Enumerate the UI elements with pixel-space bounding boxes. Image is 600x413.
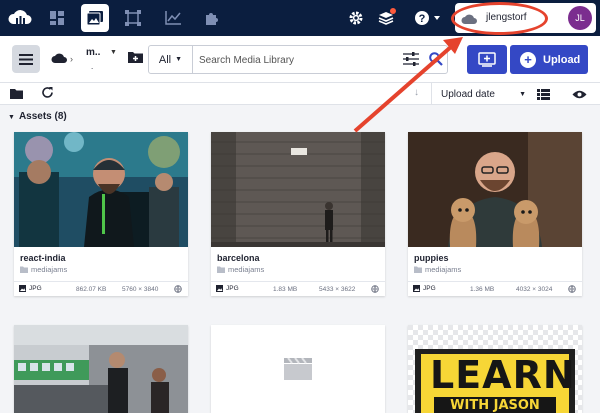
asset-folder: mediajams [217,265,264,274]
image-icon [216,285,223,292]
upload-plus-icon: + [520,51,536,68]
breadcrumb-folder[interactable]: m.. [86,47,100,58]
search-scope-label: All [158,53,172,66]
search-icon[interactable] [429,52,443,71]
asset-folder-name: mediajams [425,265,462,274]
sort-direction-icon[interactable]: ↓ [414,87,419,98]
reports-chart-icon[interactable] [159,4,187,32]
search-bar: All ▼ [148,45,448,74]
asset-name: react-india [20,253,66,263]
image-icon [19,285,26,292]
asset-size: 1.83 MB [273,286,298,293]
asset-folder: mediajams [414,265,461,274]
toolbar: › m.. . ▼ All ▼ + Upload [0,36,600,83]
dashboard-icon[interactable] [43,4,71,32]
collapse-triangle-icon: ▼ [8,114,15,121]
root-cloud-icon[interactable] [51,51,67,69]
learn-logo-line2: WITH JASON [434,397,556,413]
asset-type-label: JPG [423,285,436,292]
folder-icon [20,266,28,273]
sort-select[interactable]: Upload date ▼ [431,83,531,105]
breadcrumb-subtext: . [91,62,94,71]
asset-card[interactable]: puppies mediajams JPG 1.36 MB 4032 × 302… [408,132,582,296]
asset-thumbnail[interactable]: LEARN WITH JASON [408,325,582,413]
search-scope-select[interactable]: All ▼ [149,46,193,73]
image-icon [413,285,420,292]
refresh-icon[interactable] [41,86,54,104]
upload-label: Upload [543,53,581,66]
search-input[interactable] [199,50,389,70]
filter-sliders-icon[interactable] [403,52,419,71]
avatar[interactable]: JL [568,6,592,30]
folder-icon [217,266,225,273]
asset-name: barcelona [217,253,260,263]
assets-section-toggle[interactable]: ▼ Assets (8) [8,111,67,122]
settings-gear-icon[interactable] [344,6,368,30]
folder-view-icon[interactable] [10,86,23,104]
add-asset-button[interactable] [467,45,507,74]
asset-thumbnail[interactable] [408,132,582,247]
list-view-icon[interactable] [537,87,550,105]
asset-type-label: JPG [226,285,239,292]
new-folder-icon[interactable] [128,50,143,68]
asset-card[interactable]: react-india mediajams JPG 862.07 KB 5760… [14,132,188,296]
media-library-icon[interactable] [81,4,109,32]
public-globe-icon [371,285,379,295]
upload-button[interactable]: + Upload [510,45,588,74]
asset-dimensions: 4032 × 3024 [516,286,553,293]
notification-dot [390,8,396,14]
learn-logo-line1: LEARN [430,353,576,397]
asset-thumbnail[interactable] [14,132,188,247]
asset-meta: JPG 862.07 KB 5760 × 3840 [14,281,188,296]
chevron-down-icon: ▼ [175,56,183,63]
asset-type: JPG [216,285,239,292]
asset-card[interactable] [14,325,188,413]
help-icon[interactable]: ? [412,6,446,30]
public-globe-icon [568,285,576,295]
asset-card[interactable]: LEARN WITH JASON [408,325,582,413]
asset-dimensions: 5433 × 3622 [319,286,356,293]
asset-meta: JPG 1.83 MB 5433 × 3622 [211,281,385,296]
sort-label: Upload date [441,88,495,100]
asset-dimensions: 5760 × 3840 [122,286,159,293]
asset-folder: mediajams [20,265,67,274]
preview-eye-icon[interactable] [572,87,587,105]
svg-text:?: ? [419,13,426,25]
asset-card[interactable]: barcelona mediajams JPG 1.83 MB 5433 × 3… [211,132,385,296]
asset-type: JPG [19,285,42,292]
folder-icon [414,266,422,273]
cloudinary-logo-icon[interactable] [6,4,34,32]
asset-meta: JPG 1.36 MB 4032 × 3024 [408,281,582,296]
breadcrumb-dropdown-icon[interactable]: ▼ [110,49,117,56]
asset-card[interactable] [211,325,385,413]
add-media-icon [478,52,496,67]
assets-count-label: Assets (8) [18,111,67,122]
addons-puzzle-icon[interactable] [198,4,226,32]
video-placeholder-icon [284,358,312,380]
sidebar-toggle-button[interactable] [12,45,40,73]
top-navigation: ? jlengstorf JL [0,0,600,36]
view-controls-bar: ↓ Upload date ▼ [0,83,600,105]
asset-thumbnail[interactable] [14,325,188,413]
annotation-circle [451,2,548,35]
notifications-stack-icon[interactable] [374,6,398,30]
chevron-down-icon: ▼ [519,90,526,98]
asset-size: 1.36 MB [470,286,495,293]
asset-type-label: JPG [29,285,42,292]
public-globe-icon [174,285,182,295]
asset-thumbnail[interactable] [211,325,385,413]
asset-name: puppies [414,253,449,263]
transformations-icon[interactable] [119,4,147,32]
asset-folder-name: mediajams [31,265,68,274]
asset-folder-name: mediajams [228,265,265,274]
asset-type: JPG [413,285,436,292]
asset-size: 862.07 KB [76,286,107,293]
breadcrumb-chevron-icon: › [70,54,73,64]
asset-thumbnail[interactable] [211,132,385,247]
